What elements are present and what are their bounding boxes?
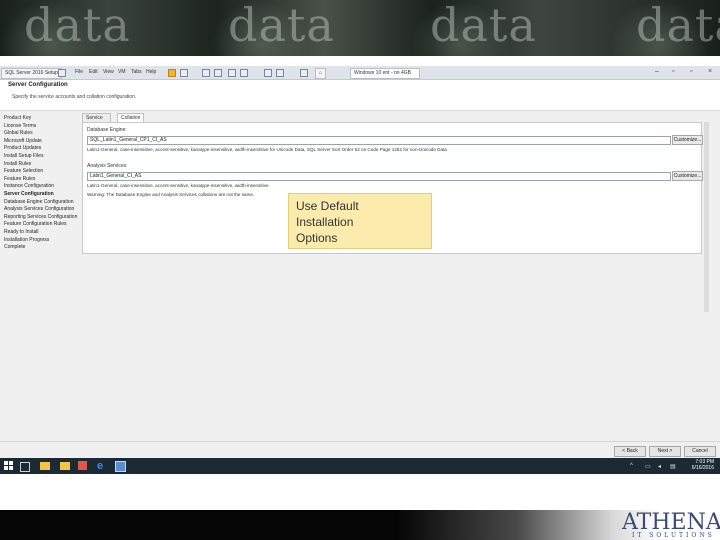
nav-step[interactable]: Analysis Services Configuration [4,206,74,212]
analysis-services-description: Latin1-General, case-insensitive, accent… [87,183,269,188]
home-icon[interactable] [58,69,66,77]
analysis-services-customize-button[interactable]: Customize... [672,171,703,181]
menu-tabs[interactable]: Tabs [131,68,142,77]
restore-icon[interactable]: ▫ [690,67,692,77]
db-engine-description: Latin1-General, case-insensitive, accent… [87,147,447,152]
content-area: Service Accounts Collation Database Engi… [82,111,708,441]
manager-icon[interactable] [214,69,222,77]
vm-toolbar: SQL Server 2016 Setup File Edit View VM … [0,66,720,80]
nav-step[interactable]: Feature Selection [4,168,43,174]
banner-word: data [228,0,335,52]
setup-app-icon[interactable] [78,461,87,470]
library-tab[interactable]: ⌂ [315,68,327,79]
nav-step[interactable]: Feature Rules [4,176,35,182]
menu-help[interactable]: Help [146,68,156,77]
db-engine-customize-button[interactable]: Customize... [672,135,703,145]
analysis-services-collation-field[interactable]: Latin1_General_CI_AS [87,172,671,181]
nav-step[interactable]: Ready to Install [4,229,38,235]
nav-step[interactable]: License Terms [4,123,36,129]
file-explorer-icon[interactable] [40,462,50,470]
windows-taskbar: e ^ ▭ ◂ ▤ 7:03 PM 6/16/2016 [0,458,720,474]
console-icon[interactable] [276,69,284,77]
system-clock[interactable]: 7:03 PM 6/16/2016 [692,459,714,471]
callout-text: Use Default Installation Options [296,198,426,246]
setup-window: SQL Server 2016 Setup File Edit View VM … [0,66,720,459]
network-icon[interactable]: ▭ [645,463,651,470]
nav-step[interactable]: Server Configuration [4,191,54,197]
athena-logo: ATHENA IT SOLUTIONS [608,510,720,540]
wizard-footer: < Back Next > Cancel [0,441,720,459]
analysis-services-label: Analysis Services: [87,163,128,169]
callout-line: Options [296,231,338,245]
close-icon[interactable]: × [708,67,712,77]
page-title: Server Configuration [8,82,68,88]
nav-step[interactable]: Instance Configuration [4,183,54,189]
view-icon[interactable] [228,69,236,77]
revert-icon[interactable] [202,69,210,77]
unity-icon[interactable] [240,69,248,77]
nav-step[interactable]: Install Rules [4,161,31,167]
cancel-button[interactable]: Cancel [684,446,716,457]
db-engine-collation-field[interactable]: SQL_Latin1_General_CP1_CI_AS [87,136,671,145]
nav-step[interactable]: Product Updates [4,145,41,151]
collation-warning: Warning: The Database Engine and Analysi… [87,192,255,197]
windows-start-icon[interactable] [4,461,13,470]
nav-step[interactable]: Feature Configuration Rules [4,221,67,227]
nav-step[interactable]: Reporting Services Configuration [4,214,77,220]
db-engine-label: Database Engine: [87,127,127,133]
notifications-icon[interactable]: ▤ [670,463,676,470]
callout-box: Use Default Installation Options [288,193,432,249]
nav-step[interactable]: Complete [4,244,25,250]
banner-word: data [430,0,537,52]
next-button[interactable]: Next > [649,446,681,457]
volume-icon[interactable]: ◂ [658,463,661,470]
banner-word: data [636,0,720,52]
window-tab-vm[interactable]: Windows 10 ent - no 4GB [350,68,420,79]
callout-line: Use Default [296,199,359,213]
banner-word: data [24,0,131,52]
maximize-icon[interactable]: ▫ [672,67,674,77]
nav-step[interactable]: Install Setup Files [4,153,43,159]
menu-edit[interactable]: Edit [89,68,98,77]
nav-step[interactable]: Product Key [4,115,31,121]
window-tab-sql-setup[interactable]: SQL Server 2016 Setup [1,68,62,79]
nav-step[interactable]: Installation Progress [4,237,49,243]
callout-line: Installation [296,215,354,229]
vertical-scrollbar[interactable] [704,122,709,312]
task-view-icon[interactable] [20,462,30,472]
edge-icon[interactable]: e [97,460,109,472]
minimize-icon[interactable]: – [655,67,659,77]
nav-step[interactable]: Global Rules [4,130,33,136]
snapshot-icon[interactable] [180,69,188,77]
page-header: Server Configuration Specify the service… [0,80,720,111]
logo-tagline: IT SOLUTIONS [632,532,715,539]
folder-icon[interactable] [60,462,70,470]
nav-step[interactable]: Database Engine Configuration [4,199,74,205]
setup-steps-nav: Product Key License Terms Global Rules Micr… [0,111,80,411]
tray-chevron-icon[interactable]: ^ [630,463,633,469]
clock-date: 6/16/2016 [691,465,714,471]
menu-vm[interactable]: VM [118,68,126,77]
nav-step[interactable]: Microsoft Update [4,138,42,144]
header-banner-image: data data data data [0,0,720,56]
menu-file[interactable]: File [75,68,83,77]
pause-icon[interactable] [168,69,176,77]
stretch-icon[interactable] [300,69,308,77]
back-button[interactable]: < Back [614,446,646,457]
page-subtitle: Specify the service accounts and collati… [12,94,137,100]
fullscreen-icon[interactable] [264,69,272,77]
server-app-icon[interactable] [115,461,126,472]
menu-view[interactable]: View [103,68,114,77]
